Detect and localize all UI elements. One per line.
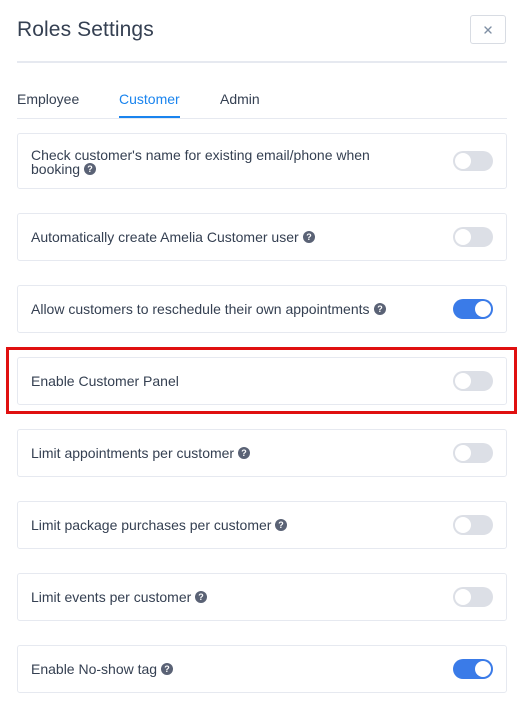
setting-label: Limit package purchases per customer?: [31, 517, 288, 533]
setting-label-text: Limit package purchases per customer: [31, 517, 272, 533]
help-icon[interactable]: ?: [84, 163, 97, 175]
help-icon[interactable]: ?: [302, 231, 315, 243]
tab-employee[interactable]: Employee: [17, 91, 79, 116]
setting-row-auto-create-customer: Automatically create Amelia Customer use…: [17, 213, 507, 261]
setting-label-text: Automatically create Amelia Customer use…: [31, 229, 299, 245]
help-icon[interactable]: ?: [195, 591, 208, 603]
close-icon: [484, 25, 492, 34]
help-icon[interactable]: ?: [275, 519, 288, 531]
toggle-knob: [455, 589, 471, 605]
setting-row-allow-reschedule: Allow customers to reschedule their own …: [17, 285, 507, 333]
svg-text:?: ?: [164, 664, 170, 674]
toggle-knob: [475, 661, 491, 677]
setting-row-limit-events: Limit events per customer?: [17, 573, 507, 621]
toggle-knob: [455, 153, 471, 169]
tab-admin[interactable]: Admin: [220, 91, 260, 116]
setting-row-enable-customer-panel: Enable Customer Panel: [17, 357, 507, 405]
setting-label: Check customer's name for existing email…: [31, 148, 370, 176]
help-icon[interactable]: ?: [238, 447, 251, 459]
toggle-knob: [455, 373, 471, 389]
setting-label: Allow customers to reschedule their own …: [31, 302, 386, 316]
toggle-check-customer-name[interactable]: [453, 151, 493, 171]
toggle-limit-appointments[interactable]: [453, 443, 493, 463]
setting-label-text: Limit appointments per customer: [31, 445, 235, 461]
svg-text:?: ?: [199, 592, 205, 602]
toggle-no-show-tag[interactable]: [453, 659, 493, 679]
toggle-limit-packages[interactable]: [453, 515, 493, 535]
toggle-knob: [455, 445, 471, 461]
toggle-limit-events[interactable]: [453, 587, 493, 607]
close-button[interactable]: [470, 15, 506, 44]
setting-label: Enable No-show tag?: [31, 661, 174, 677]
header-divider: [17, 61, 507, 63]
toggle-knob: [475, 301, 491, 317]
setting-label-text: Enable No-show tag: [31, 661, 158, 677]
toggle-allow-reschedule[interactable]: [453, 299, 493, 319]
toggle-knob: [455, 517, 471, 533]
svg-text:?: ?: [241, 448, 247, 458]
setting-label: Enable Customer Panel: [31, 374, 179, 388]
svg-text:?: ?: [87, 164, 93, 174]
setting-label-text: Allow customers to reschedule their own …: [31, 301, 370, 317]
dialog-title: Roles Settings: [17, 18, 154, 41]
setting-row-check-customer-name: Check customer's name for existing email…: [17, 133, 507, 189]
roles-settings-dialog: Roles Settings Employee Customer Admin C…: [0, 0, 522, 708]
setting-label-line1: Check customer's name for existing email…: [31, 147, 370, 163]
setting-row-no-show-tag: Enable No-show tag?: [17, 645, 507, 693]
svg-text:?: ?: [279, 520, 285, 530]
help-icon[interactable]: ?: [161, 663, 174, 675]
toggle-enable-customer-panel[interactable]: [453, 371, 493, 391]
tab-customer[interactable]: Customer: [119, 91, 180, 118]
setting-label: Limit appointments per customer?: [31, 445, 251, 461]
toggle-knob: [455, 229, 471, 245]
tab-bar: Employee Customer Admin: [17, 88, 507, 119]
setting-label: Automatically create Amelia Customer use…: [31, 230, 315, 244]
setting-label-text: Limit events per customer: [31, 589, 192, 605]
setting-row-limit-appointments: Limit appointments per customer?: [17, 429, 507, 477]
setting-row-limit-packages: Limit package purchases per customer?: [17, 501, 507, 549]
svg-text:?: ?: [306, 232, 312, 242]
svg-text:?: ?: [377, 304, 383, 314]
setting-label-line2: booking: [31, 161, 81, 177]
help-icon[interactable]: ?: [373, 303, 386, 315]
toggle-auto-create-customer[interactable]: [453, 227, 493, 247]
setting-label: Limit events per customer?: [31, 589, 208, 605]
setting-label-text: Enable Customer Panel: [31, 373, 179, 389]
